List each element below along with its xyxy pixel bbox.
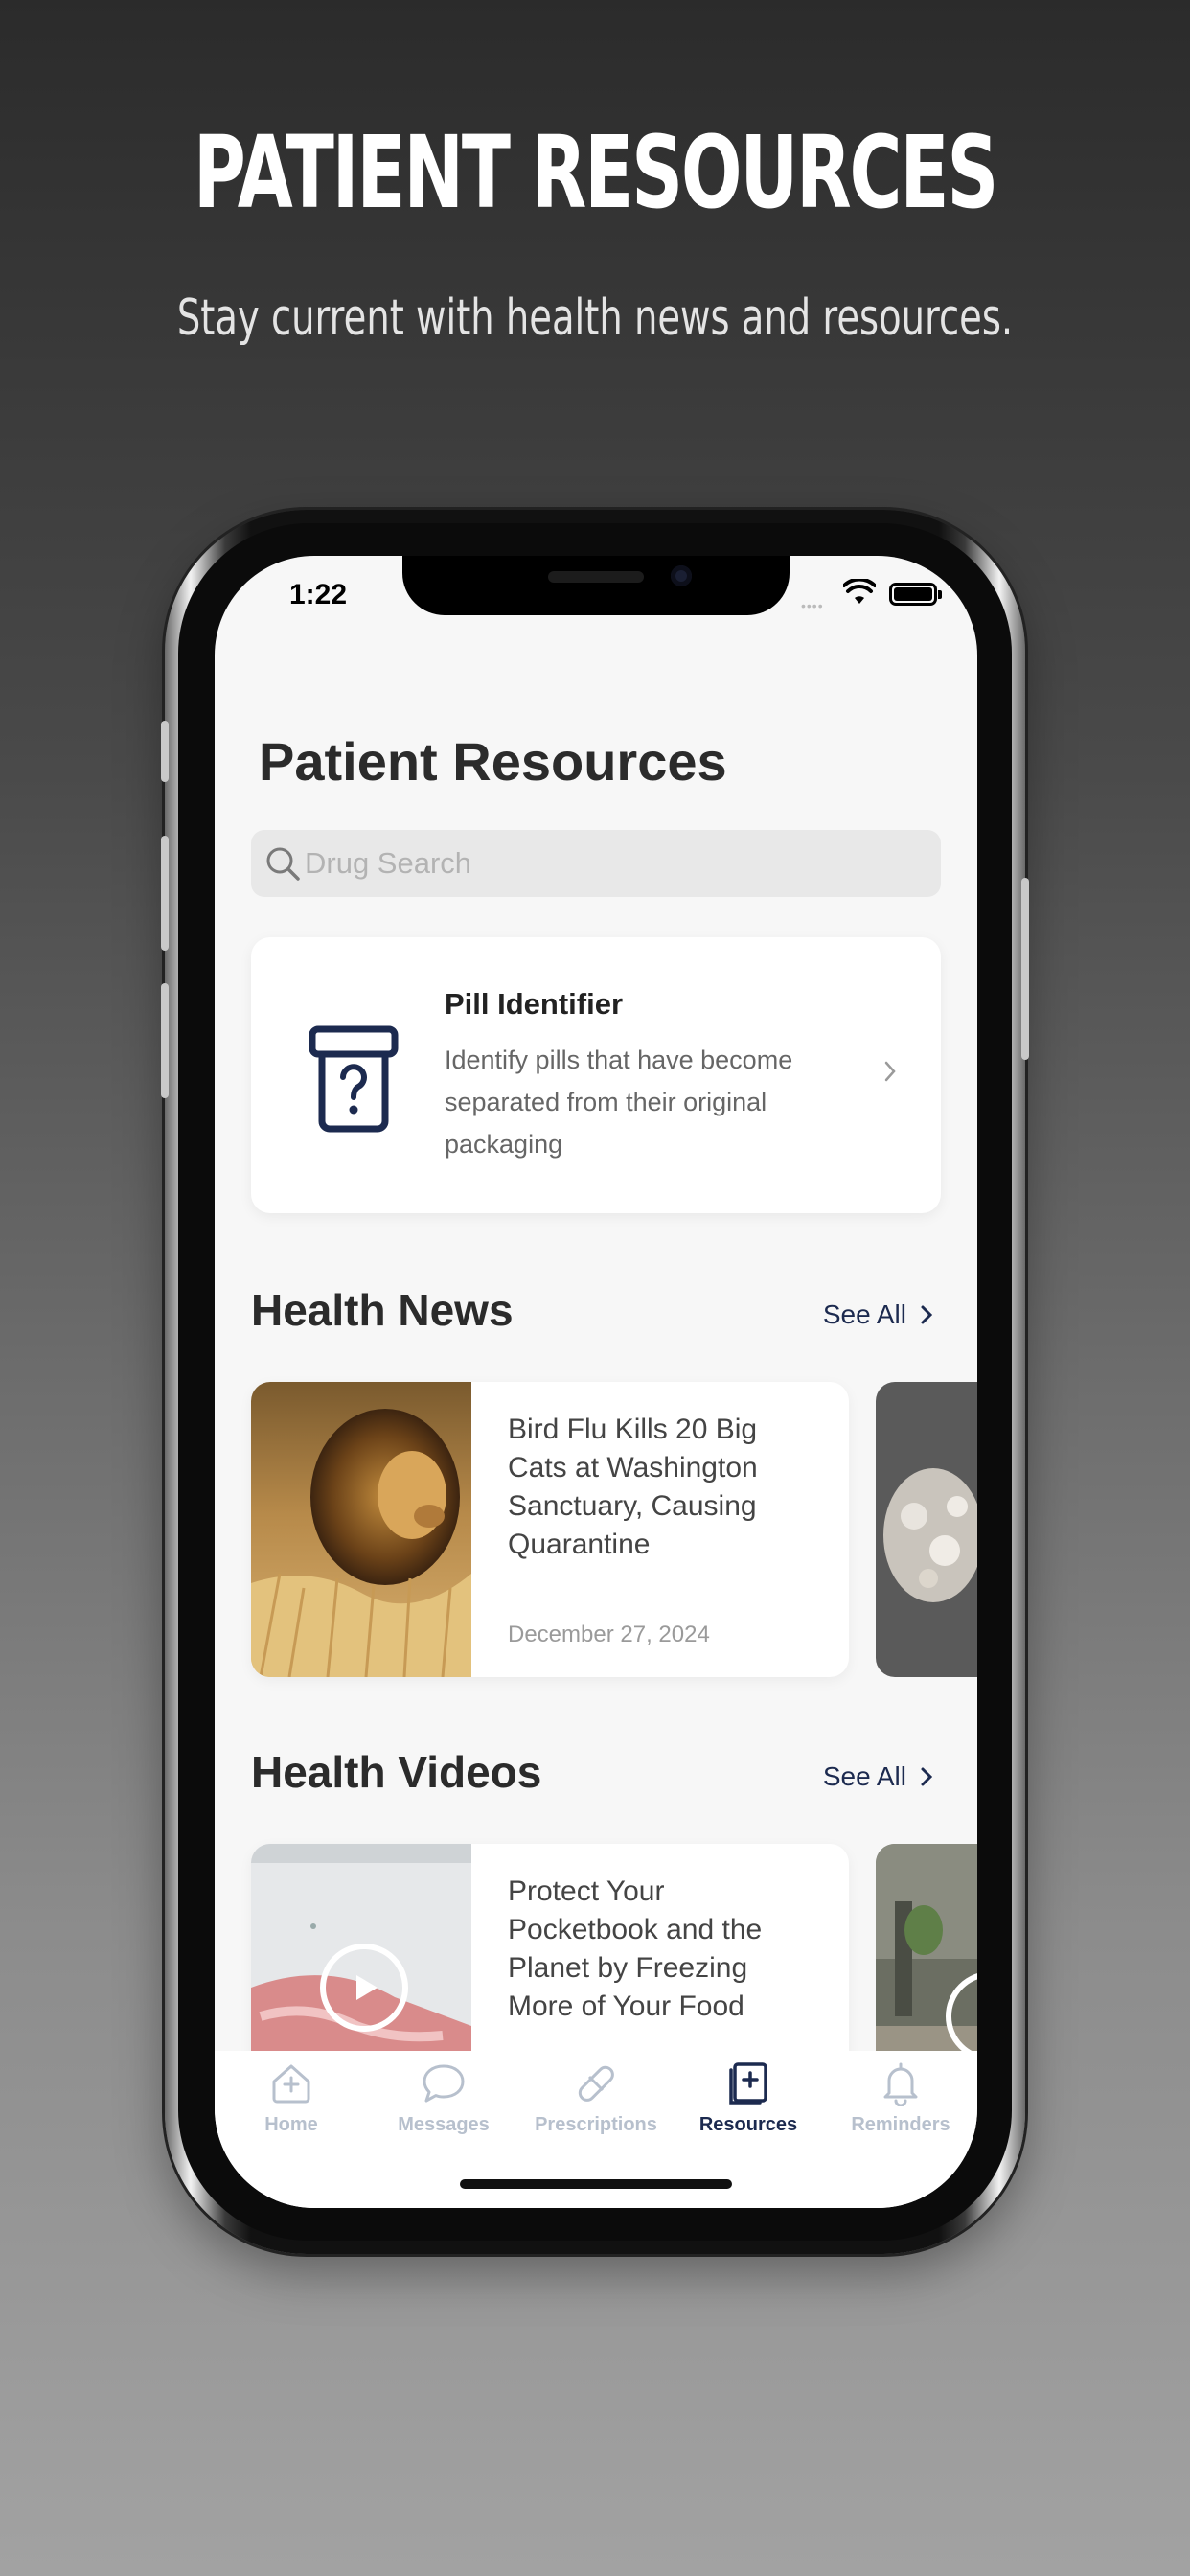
play-button[interactable] bbox=[320, 1944, 408, 2032]
search-input[interactable] bbox=[305, 830, 918, 897]
tab-messages-label: Messages bbox=[398, 2114, 490, 2135]
chevron-right-icon bbox=[884, 1061, 896, 1082]
power-button bbox=[1021, 878, 1029, 1060]
wifi-icon bbox=[843, 579, 876, 604]
home-plus-icon bbox=[272, 2064, 310, 2104]
news-next-thumbnail bbox=[876, 1382, 977, 1677]
news-article-title: Bird Flu Kills 20 Big Cats at Washington… bbox=[508, 1414, 758, 1560]
promo-title: PATIENT RESOURCES bbox=[193, 114, 998, 231]
pill-bottle-question-icon bbox=[309, 1025, 399, 1133]
pill-identifier-card[interactable]: Pill Identifier Identify pills that have… bbox=[251, 937, 941, 1213]
play-icon bbox=[356, 1975, 378, 2000]
pill-identifier-title: Pill Identifier bbox=[445, 987, 624, 1021]
tab-home-label: Home bbox=[264, 2114, 318, 2135]
signal-dots-icon: •••• bbox=[801, 598, 824, 613]
tab-resources-label: Resources bbox=[698, 2114, 798, 2135]
see-all-label: See All bbox=[822, 1300, 906, 1329]
news-article-card[interactable]: Bird Flu Kills 20 Big Cats at Washington… bbox=[251, 1382, 849, 1677]
book-plus-icon bbox=[729, 2062, 767, 2104]
home-indicator bbox=[460, 2179, 732, 2189]
tab-prescriptions[interactable]: Prescriptions bbox=[519, 2051, 673, 2147]
tab-reminders[interactable]: Reminders bbox=[824, 2051, 977, 2147]
pill-identifier-description: Identify pills that have become separate… bbox=[445, 1046, 793, 1159]
health-videos-title: Health Videos bbox=[251, 1747, 542, 1797]
tab-prescriptions-label: Prescriptions bbox=[535, 2114, 657, 2135]
tab-reminders-label: Reminders bbox=[851, 2114, 950, 2135]
chat-bubble-icon bbox=[423, 2064, 465, 2103]
tab-resources[interactable]: Resources bbox=[672, 2051, 825, 2147]
lion-thumbnail bbox=[251, 1382, 471, 1677]
chevron-right-icon bbox=[921, 1767, 933, 1786]
search-icon bbox=[266, 847, 300, 881]
video-title: Protect Your Pocketbook and the Planet b… bbox=[508, 1875, 763, 2022]
page-title: Patient Resources bbox=[259, 731, 727, 792]
search-bar[interactable] bbox=[251, 830, 941, 897]
tab-home[interactable]: Home bbox=[215, 2051, 368, 2147]
promo-subtitle: Stay current with health news and resour… bbox=[176, 289, 1014, 347]
notch bbox=[402, 556, 790, 615]
front-camera bbox=[671, 565, 692, 586]
health-videos-see-all[interactable]: See All bbox=[823, 1761, 933, 1792]
phone-screen: 1:22 •••• Patient Resources Pill Identif… bbox=[215, 556, 977, 2208]
mute-switch bbox=[161, 721, 169, 782]
volume-up-button bbox=[161, 836, 169, 951]
bell-icon bbox=[883, 2062, 918, 2106]
health-news-see-all[interactable]: See All bbox=[823, 1300, 933, 1330]
tab-messages[interactable]: Messages bbox=[367, 2051, 520, 2147]
battery-icon bbox=[889, 583, 942, 606]
volume-down-button bbox=[161, 983, 169, 1098]
news-article-card-next[interactable] bbox=[876, 1382, 977, 1677]
pill-capsule-icon bbox=[578, 2065, 614, 2102]
health-news-title: Health News bbox=[251, 1285, 514, 1335]
speaker bbox=[548, 571, 644, 583]
see-all-label: See All bbox=[822, 1761, 906, 1791]
status-time: 1:22 bbox=[289, 579, 348, 610]
chevron-right-icon bbox=[921, 1305, 933, 1324]
news-article-date: December 27, 2024 bbox=[508, 1622, 710, 1647]
